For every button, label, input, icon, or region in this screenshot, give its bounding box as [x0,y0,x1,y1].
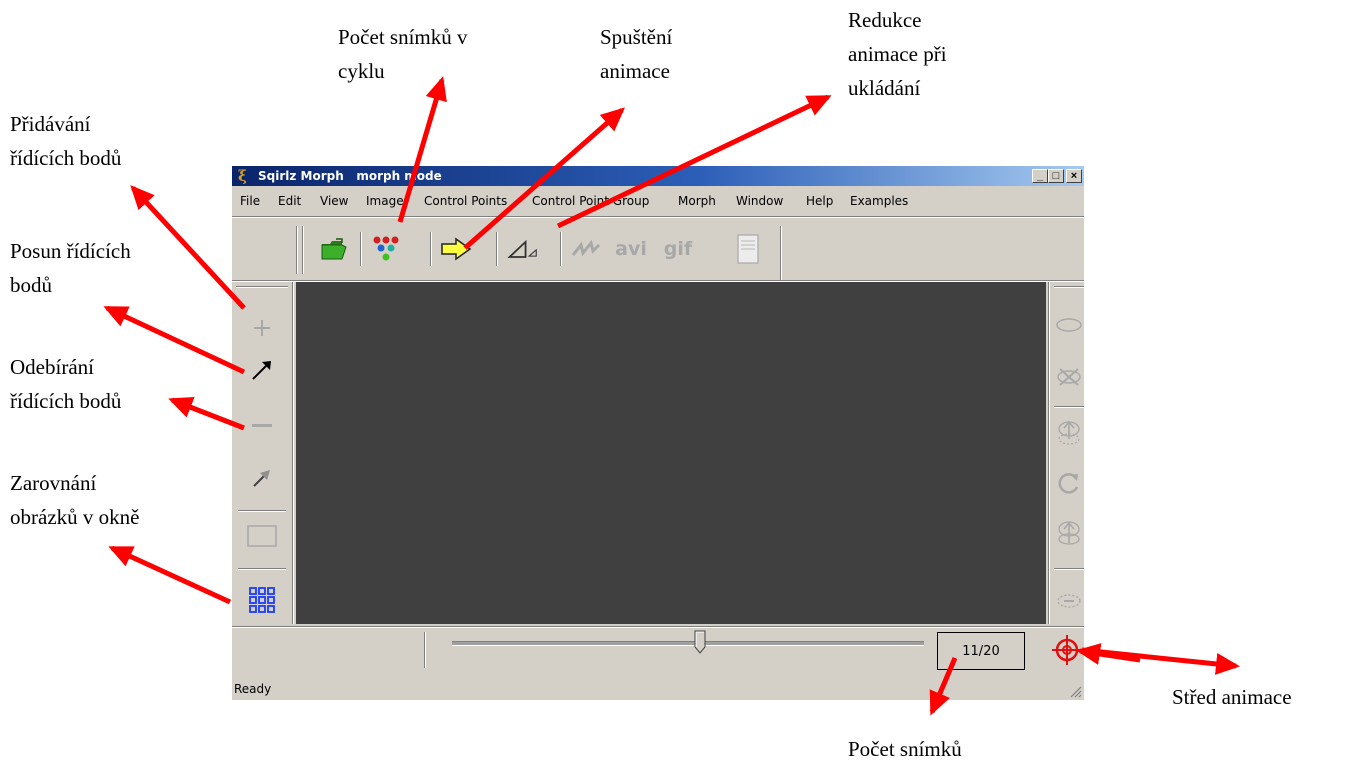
move-up-icon[interactable] [1054,416,1084,450]
move-point-icon[interactable] [242,352,282,388]
menu-morph[interactable]: Morph [678,194,716,208]
right-toolbar-border [1048,282,1050,624]
arrow-align-images [108,545,232,605]
menu-examples[interactable]: Examples [850,194,908,208]
arrow-add-points [130,185,246,310]
toolbar-separator [560,232,562,266]
callout-start-animation: Spuštění animace [600,25,673,83]
avi-icon[interactable]: avi [610,234,652,264]
morph-wave-icon[interactable] [570,234,602,264]
frame-slider-track[interactable] [452,641,924,646]
document-icon[interactable] [732,234,764,264]
callout-frame-count: Počet snímků [848,737,962,761]
align-points-icon[interactable] [242,460,282,496]
callout-add-points: Přidávání řídících bodů [10,112,122,170]
menu-image[interactable]: Image [366,194,404,208]
frame-counter: 11/20 [937,632,1025,670]
single-frame-icon[interactable] [242,518,282,554]
right-toolbar-separator [1054,568,1084,570]
callout-align-images: Zarovnání obrázků v okně [10,471,140,529]
window-title: Sqirlz Morph morph mode [258,169,442,183]
menu-control-point-group[interactable]: Control Point Group [532,194,649,208]
right-toolbar-grip [1054,286,1084,288]
toolbar-separator [496,232,498,266]
app-window: ξ Sqirlz Morph morph mode _ □ × File Edi… [232,166,1084,700]
app-logo-icon: ξ [238,167,247,185]
ellipse-dashed-icon[interactable] [1054,584,1084,618]
frames-cycle-icon[interactable] [370,234,402,264]
left-toolbar-border [292,282,294,624]
ellipse-icon[interactable] [1054,308,1084,342]
animation-center-icon[interactable] [1050,634,1084,666]
bottom-bar-grip [424,632,426,668]
gif-icon[interactable]: gif [658,234,698,264]
menu-view[interactable]: View [320,194,348,208]
left-toolbar-separator [238,568,286,570]
menu-edit[interactable]: Edit [278,194,301,208]
open-folder-icon[interactable] [318,234,350,264]
delete-group-icon[interactable] [1054,360,1084,394]
menu-file[interactable]: File [240,194,260,208]
right-toolbar-separator [1054,406,1084,408]
maximize-button[interactable]: □ [1048,169,1064,183]
add-point-icon[interactable] [242,310,282,346]
menu-window[interactable]: Window [736,194,783,208]
bottom-bar-divider [232,626,1084,628]
rotate-icon[interactable] [1054,466,1084,500]
left-toolbar-grip [236,286,288,288]
menu-bar: File Edit View Image Control Points Cont… [232,191,1084,211]
remove-point-icon[interactable] [242,408,282,444]
arrow-center-right [1081,647,1240,675]
menu-control-points[interactable]: Control Points [424,194,507,208]
arrow-move-points [103,305,246,375]
title-bar[interactable]: ξ Sqirlz Morph morph mode _ □ × [232,166,1084,186]
toolbar-separator [430,232,432,266]
resize-grip-icon[interactable] [1068,684,1082,698]
morph-canvas[interactable] [296,282,1046,624]
toolbar-separator [780,226,782,280]
callout-move-points: Posun řídících bodů [10,239,131,297]
toolbar-separator [360,232,362,266]
play-arrow-icon[interactable] [440,234,472,264]
toolbar-grip [302,226,304,274]
reduce-icon[interactable] [506,234,538,264]
grid-align-icon[interactable] [242,582,282,618]
callout-animation-reduction: Redukce animace při ukládání [848,8,947,100]
move-down-icon[interactable] [1054,516,1084,550]
callout-animation-center: Střed animace [1172,685,1292,709]
frame-slider-thumb[interactable] [694,630,706,654]
status-text: Ready [234,682,272,696]
toolbar-grip [296,226,298,274]
callout-remove-points: Odebírání řídících bodů [10,355,122,413]
left-toolbar-separator [238,510,286,512]
menu-help[interactable]: Help [806,194,833,208]
status-bar: Ready [232,678,1084,700]
close-button[interactable]: × [1066,169,1082,183]
main-toolbar: avi gif [232,218,1084,280]
minimize-button[interactable]: _ [1032,169,1048,183]
callout-frames-per-cycle: Počet snímků v cyklu [338,25,468,83]
arrow-center-left [1076,643,1141,665]
